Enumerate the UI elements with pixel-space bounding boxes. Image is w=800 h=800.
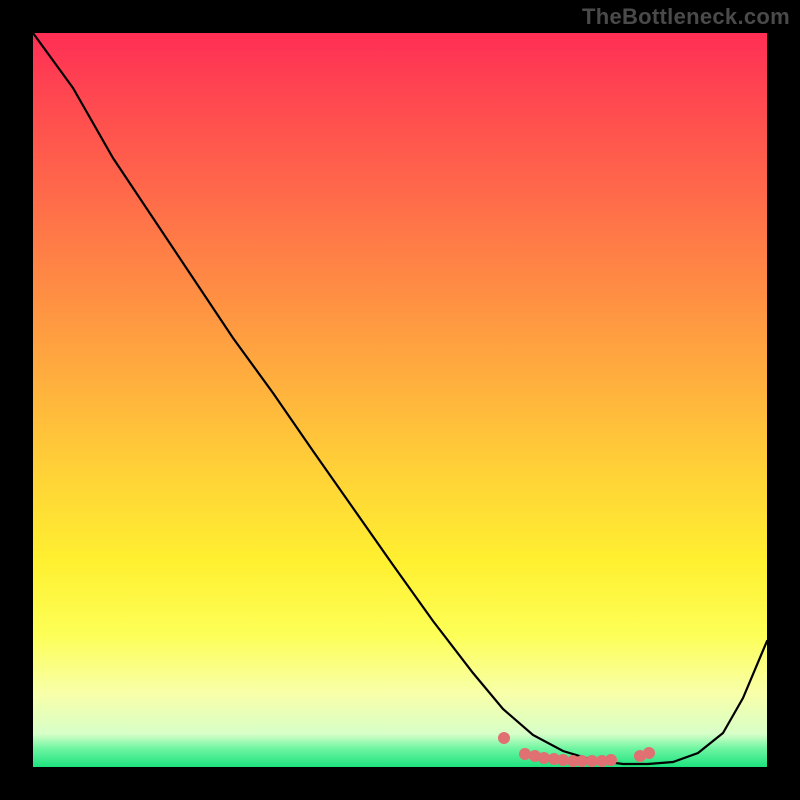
highlight-dot bbox=[498, 732, 510, 744]
highlight-dots bbox=[498, 732, 655, 767]
highlight-dot bbox=[643, 747, 655, 759]
chart-frame: TheBottleneck.com bbox=[0, 0, 800, 800]
highlight-dot bbox=[519, 748, 531, 760]
bottleneck-curve bbox=[33, 33, 767, 764]
chart-svg bbox=[33, 33, 767, 767]
watermark-text: TheBottleneck.com bbox=[582, 4, 790, 30]
highlight-dot bbox=[605, 754, 617, 766]
plot-area bbox=[33, 33, 767, 767]
